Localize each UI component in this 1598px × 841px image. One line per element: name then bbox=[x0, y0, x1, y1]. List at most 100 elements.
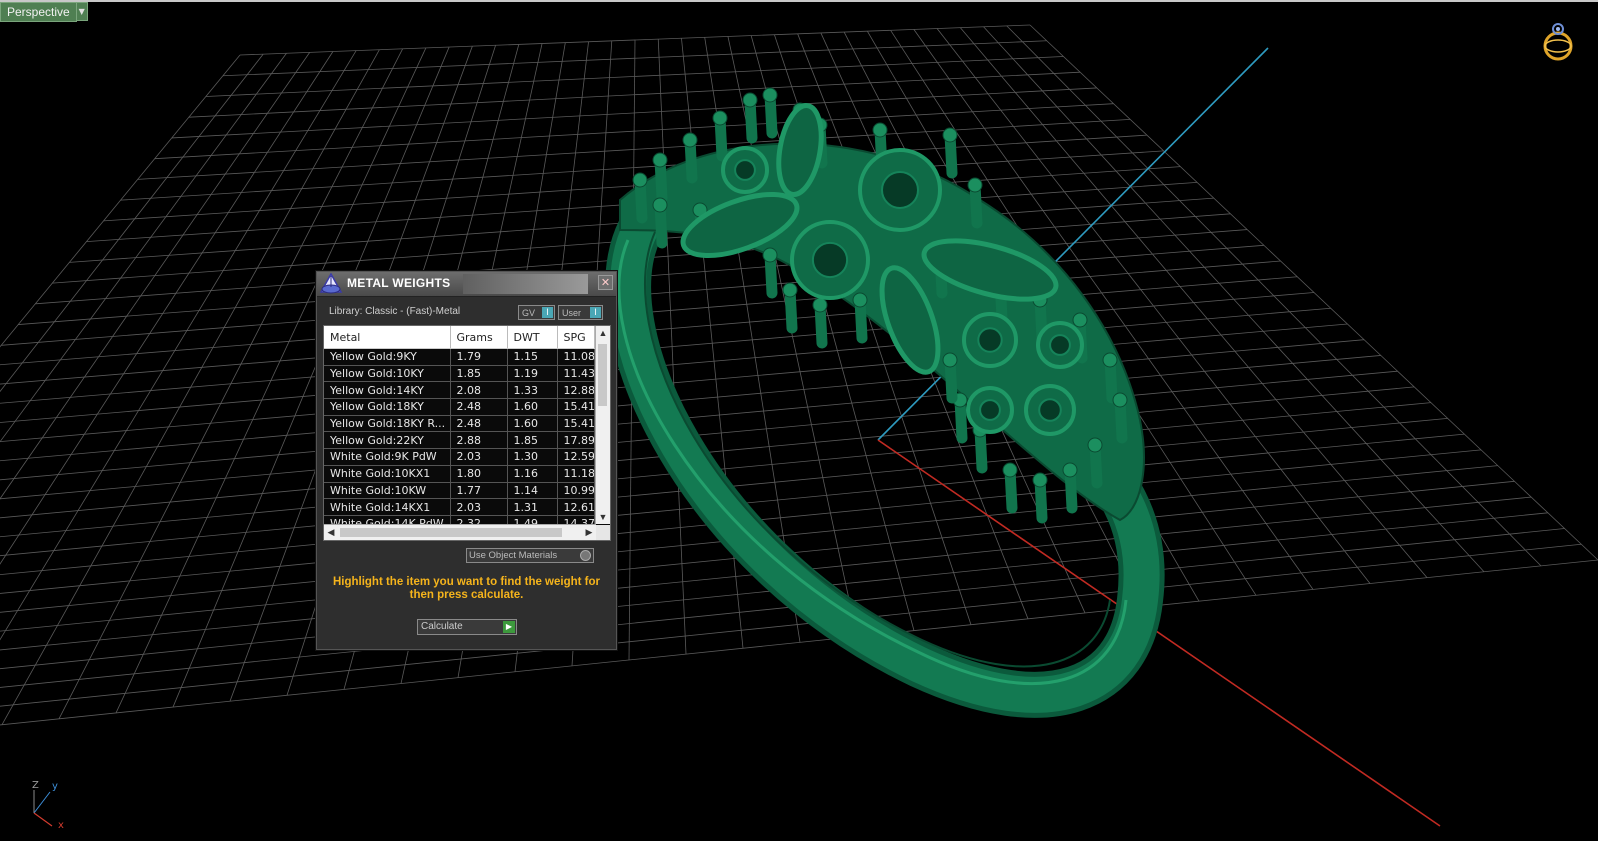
prong-tip bbox=[712, 110, 728, 126]
viewport-name[interactable]: Perspective bbox=[0, 1, 77, 22]
horizontal-scrollbar[interactable]: ◀ ▶ bbox=[324, 524, 596, 540]
cell-metal: White Gold:10KX1 bbox=[324, 465, 451, 483]
panel-title-bar[interactable]: METAL WEIGHTS ✕ bbox=[317, 272, 616, 297]
scroll-down-icon[interactable]: ▼ bbox=[596, 510, 610, 524]
prong-tip bbox=[812, 297, 828, 313]
hscroll-thumb[interactable] bbox=[340, 528, 562, 537]
user-toggle[interactable]: User I bbox=[558, 305, 603, 320]
table-row[interactable]: Yellow Gold:18KY R... 2.48 1.60 15.41 bbox=[324, 415, 595, 433]
table-row[interactable]: Yellow Gold:22KY 2.88 1.85 17.89 bbox=[324, 431, 595, 450]
table-row[interactable]: Yellow Gold:9KY 1.79 1.15 11.08 bbox=[324, 348, 595, 366]
table-row[interactable]: Yellow Gold:18KY 2.48 1.60 15.41 bbox=[324, 398, 595, 416]
round-setting-seat bbox=[979, 399, 1001, 421]
calculate-button[interactable]: Calculate ▶ bbox=[417, 619, 517, 635]
table-row[interactable]: Yellow Gold:10KY 1.85 1.19 11.43 bbox=[324, 365, 595, 383]
cell-metal: Yellow Gold:22KY bbox=[324, 431, 451, 450]
cell-dwt: 1.60 bbox=[507, 398, 558, 416]
cell-metal: Yellow Gold:14KY bbox=[324, 381, 451, 400]
library-label: Library: Classic - (Fast)-Metal bbox=[329, 306, 461, 317]
cell-grams: 1.77 bbox=[450, 482, 508, 500]
close-button[interactable]: ✕ bbox=[598, 275, 613, 290]
viewport-menu-icon[interactable]: ▼ bbox=[76, 2, 88, 21]
cell-spg: 11.08 bbox=[557, 348, 595, 366]
cell-metal: White Gold:10KW bbox=[324, 482, 451, 500]
cell-dwt: 1.16 bbox=[507, 465, 558, 483]
x-axis-line bbox=[877, 439, 1441, 827]
cell-grams: 2.48 bbox=[450, 415, 508, 433]
scroll-up-icon[interactable]: ▲ bbox=[596, 326, 610, 340]
axis-indicator: Z y x bbox=[32, 780, 64, 828]
prong-tip bbox=[942, 352, 958, 368]
metal-weights-panel[interactable]: METAL WEIGHTS ✕ Library: Classic - (Fast… bbox=[316, 271, 617, 650]
cell-grams: 2.08 bbox=[450, 381, 508, 400]
round-setting-seat bbox=[1049, 334, 1071, 356]
cell-grams: 1.85 bbox=[450, 365, 508, 383]
toggle-radio-icon bbox=[580, 550, 591, 561]
cell-spg: 12.61 bbox=[557, 498, 595, 516]
cell-dwt: 1.60 bbox=[507, 415, 558, 433]
viewport-label[interactable]: Perspective ▼ bbox=[0, 1, 88, 22]
table-row[interactable]: White Gold:14KX1 2.03 1.31 12.61 bbox=[324, 498, 595, 516]
round-setting-seat bbox=[811, 241, 849, 279]
grid-line bbox=[657, 39, 687, 655]
axis-x-label: x bbox=[58, 820, 64, 828]
axis-z-label: Z bbox=[32, 780, 39, 791]
cell-grams: 2.03 bbox=[450, 498, 508, 516]
column-header-metal[interactable]: Metal bbox=[324, 326, 451, 349]
cell-dwt: 1.19 bbox=[507, 365, 558, 383]
metal-table[interactable]: Metal Grams DWT SPG Yellow Gold:9KY 1.79 1… bbox=[323, 325, 611, 541]
cell-grams: 2.48 bbox=[450, 398, 508, 416]
prong-tip bbox=[742, 92, 758, 108]
prong-tip bbox=[632, 172, 648, 188]
prong-tip bbox=[652, 152, 668, 168]
table-row[interactable]: White Gold:10KX1 1.80 1.16 11.18 bbox=[324, 465, 595, 483]
prong-tip bbox=[942, 127, 958, 143]
scroll-left-icon[interactable]: ◀ bbox=[324, 525, 338, 539]
column-header-spg[interactable]: SPG bbox=[557, 326, 595, 349]
ring-gizmo-icon[interactable] bbox=[1538, 20, 1578, 64]
cell-dwt: 1.85 bbox=[507, 431, 558, 450]
column-header-grams[interactable]: Grams bbox=[450, 326, 508, 349]
prong-tip bbox=[967, 177, 983, 193]
prong-tip bbox=[682, 132, 698, 148]
round-setting-seat bbox=[1038, 398, 1062, 422]
column-header-dwt[interactable]: DWT bbox=[507, 326, 558, 349]
cell-dwt: 1.33 bbox=[507, 381, 558, 400]
prong-tip bbox=[1062, 462, 1078, 478]
cell-dwt: 1.15 bbox=[507, 348, 558, 366]
table-row[interactable]: White Gold:10KW 1.77 1.14 10.99 bbox=[324, 482, 595, 500]
viewport-scene[interactable] bbox=[0, 0, 1598, 841]
panel-title: METAL WEIGHTS bbox=[347, 276, 451, 290]
gv-toggle[interactable]: GV I bbox=[518, 305, 555, 320]
cell-metal: White Gold:14KX1 bbox=[324, 498, 451, 516]
cell-spg: 12.88 bbox=[557, 381, 595, 400]
prong-tip bbox=[1087, 437, 1103, 453]
3d-viewport[interactable] bbox=[0, 0, 1598, 841]
scroll-right-icon[interactable]: ▶ bbox=[582, 525, 596, 539]
metal-weights-icon bbox=[319, 273, 343, 294]
prong-tip bbox=[1072, 312, 1088, 328]
cell-spg: 10.99 bbox=[557, 482, 595, 500]
cell-grams: 2.03 bbox=[450, 448, 508, 466]
prong-tip bbox=[872, 122, 888, 138]
table-row[interactable]: White Gold:9K PdW 2.03 1.30 12.59 bbox=[324, 448, 595, 466]
grid-line bbox=[0, 53, 264, 393]
vertical-scrollbar[interactable]: ▲ ▼ bbox=[595, 326, 610, 524]
prong-tip bbox=[1002, 462, 1018, 478]
prong-tip bbox=[762, 87, 778, 103]
instruction-text: Highlight the item you want to find the … bbox=[332, 576, 601, 601]
scroll-thumb[interactable] bbox=[598, 344, 607, 406]
table-row[interactable]: Yellow Gold:14KY 2.08 1.33 12.88 bbox=[324, 381, 595, 400]
cell-spg: 12.59 bbox=[557, 448, 595, 466]
cell-grams: 2.88 bbox=[450, 431, 508, 450]
use-object-materials-toggle[interactable]: Use Object Materials bbox=[466, 548, 594, 563]
prong-tip bbox=[782, 282, 798, 298]
prong-tip bbox=[1102, 352, 1118, 368]
cell-metal: Yellow Gold:9KY bbox=[324, 348, 451, 366]
cell-spg: 11.18 bbox=[557, 465, 595, 483]
cell-dwt: 1.14 bbox=[507, 482, 558, 500]
cell-metal: Yellow Gold:18KY R... bbox=[324, 415, 451, 433]
prong-tip bbox=[1032, 472, 1048, 488]
table-header-row: Metal Grams DWT SPG bbox=[324, 326, 595, 349]
axis-y-label: y bbox=[52, 781, 58, 792]
